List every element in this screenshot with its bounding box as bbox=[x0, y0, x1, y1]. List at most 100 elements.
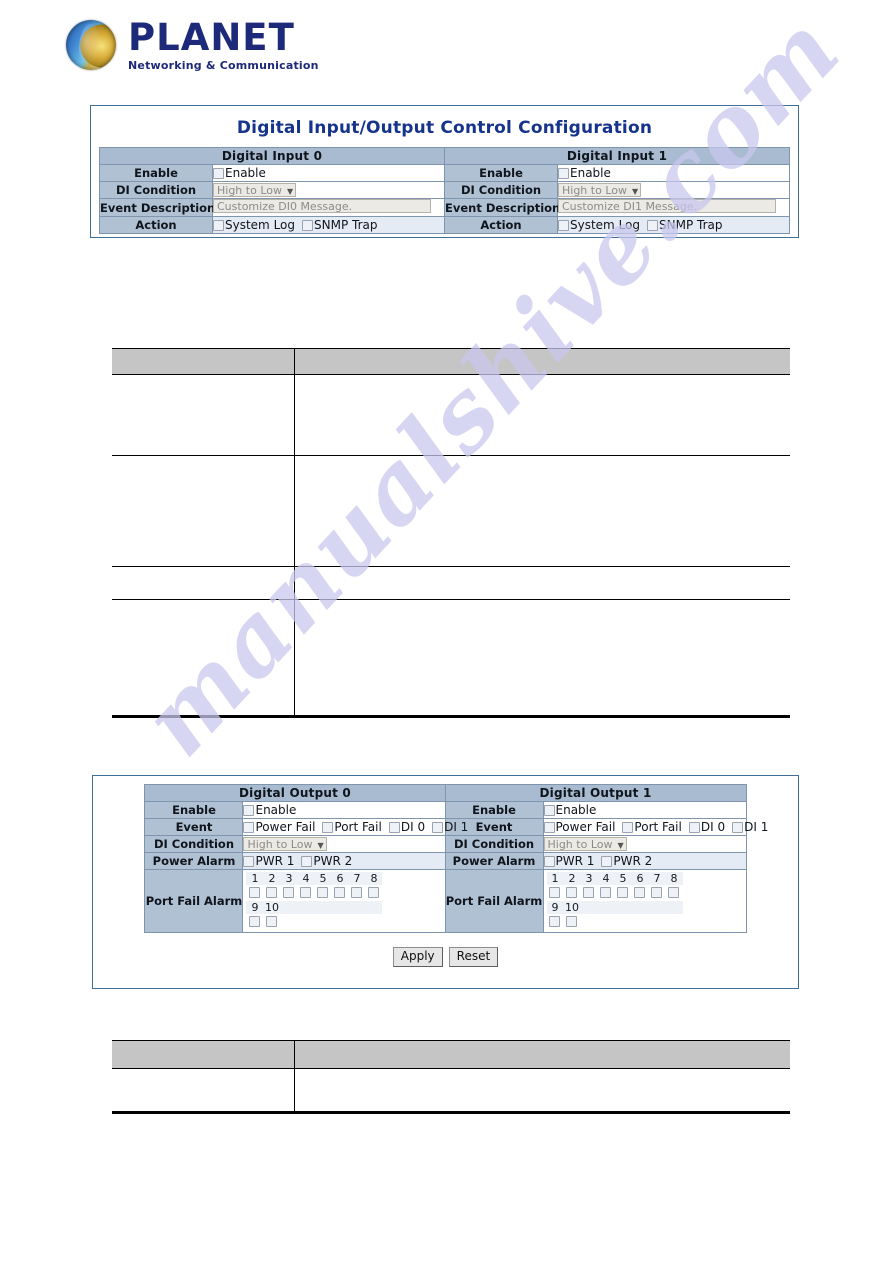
pwr1-checkbox-do1[interactable] bbox=[543, 856, 555, 867]
enable-checkbox-di0[interactable] bbox=[213, 168, 224, 179]
power-fail-label-do0: Power Fail bbox=[255, 820, 316, 834]
port-9-checkbox-do1[interactable] bbox=[549, 916, 560, 927]
port-checkbox-cell[interactable] bbox=[581, 886, 598, 900]
pwr2-checkbox-do0[interactable] bbox=[301, 856, 313, 867]
doc-cell-description bbox=[293, 1068, 790, 1113]
port-checkbox-cell[interactable] bbox=[632, 886, 649, 900]
port-4-checkbox-do0[interactable] bbox=[299, 887, 311, 898]
row-label-enable-do0: Enable bbox=[144, 801, 244, 819]
pwr2-checkbox-do1[interactable] bbox=[601, 856, 613, 867]
table-row: Event Description Customize DI0 Message.… bbox=[99, 198, 790, 217]
port-8-checkbox-do1[interactable] bbox=[668, 887, 679, 898]
port-checkbox-cell[interactable] bbox=[666, 886, 683, 900]
port-checkbox-cell[interactable] bbox=[263, 886, 280, 900]
port-10-checkbox-do0[interactable] bbox=[265, 916, 277, 927]
col-header-do1: Digital Output 1 bbox=[444, 784, 747, 802]
system-log-checkbox-di0[interactable] bbox=[213, 220, 224, 231]
port-number: 3 bbox=[580, 872, 598, 885]
port-6-checkbox-do1[interactable] bbox=[634, 887, 645, 898]
port-8-checkbox-do0[interactable] bbox=[367, 887, 379, 898]
col-header-do0: Digital Output 0 bbox=[144, 784, 446, 802]
port-2-checkbox-do0[interactable] bbox=[265, 887, 277, 898]
port-checkbox-cell[interactable] bbox=[263, 915, 280, 929]
port-2-checkbox-do1[interactable] bbox=[566, 887, 577, 898]
power-fail-checkbox-do0[interactable] bbox=[243, 822, 255, 833]
row-label-event-do0: Event bbox=[144, 818, 244, 836]
table-row: Digital Output 0 Digital Output 1 bbox=[144, 784, 747, 802]
port-checkbox-cell[interactable] bbox=[297, 886, 314, 900]
port-7-checkbox-do1[interactable] bbox=[651, 887, 662, 898]
di-condition-select-di0[interactable]: High to Low ▼ bbox=[213, 183, 297, 197]
table-row: Power Alarm PWR 1 PWR 2 Power Alarm PWR 1… bbox=[144, 852, 747, 870]
di1-checkbox-do1[interactable] bbox=[732, 822, 744, 833]
row-label-di-condition-do1: DI Condition bbox=[444, 835, 544, 853]
port-1-checkbox-do1[interactable] bbox=[549, 887, 560, 898]
row-label-power-alarm-do0: Power Alarm bbox=[144, 852, 244, 870]
port-checkbox-cell[interactable] bbox=[246, 886, 263, 900]
port-fail-checkbox-do0[interactable] bbox=[322, 822, 334, 833]
port-3-checkbox-do1[interactable] bbox=[583, 887, 594, 898]
row-label-action-di1: Action bbox=[444, 216, 558, 234]
snmp-trap-checkbox-di1[interactable] bbox=[647, 220, 658, 231]
port-fail-checkbox-do1[interactable] bbox=[622, 822, 634, 833]
table-row bbox=[112, 348, 790, 375]
doc-cell-object bbox=[112, 1069, 294, 1113]
port-number: 10 bbox=[263, 901, 281, 914]
di-condition-select-di1[interactable]: High to Low ▼ bbox=[558, 183, 642, 197]
action-cell-di0: System Log SNMP Trap bbox=[212, 216, 445, 234]
port-checkbox-cell[interactable] bbox=[280, 886, 297, 900]
enable-checkbox-do0[interactable] bbox=[243, 805, 255, 816]
port-checkbox-cell[interactable] bbox=[365, 886, 382, 900]
port-6-checkbox-do0[interactable] bbox=[333, 887, 345, 898]
digital-input-table: Digital Input 0 Digital Input 1 Enable E… bbox=[99, 147, 790, 234]
port-number-blank: . bbox=[614, 901, 632, 914]
port-number-blank: . bbox=[280, 901, 298, 914]
port-9-checkbox-do0[interactable] bbox=[248, 916, 260, 927]
port-checkbox-cell[interactable] bbox=[564, 915, 581, 929]
event-description-input-di0[interactable]: Customize DI0 Message. bbox=[213, 199, 431, 213]
apply-button[interactable]: Apply bbox=[392, 947, 443, 967]
snmp-trap-label-di0: SNMP Trap bbox=[314, 218, 378, 232]
di0-checkbox-do0[interactable] bbox=[388, 822, 400, 833]
di0-checkbox-do1[interactable] bbox=[688, 822, 700, 833]
di-condition-select-do0[interactable]: High to Low ▼ bbox=[243, 837, 327, 851]
port-number: 2 bbox=[563, 872, 581, 885]
port-checkbox-cell[interactable] bbox=[564, 886, 581, 900]
port-checkbox-cell[interactable] bbox=[547, 886, 564, 900]
action-cell-di1: System Log SNMP Trap bbox=[557, 216, 790, 234]
event-description-input-di1[interactable]: Customize DI1 Message. bbox=[558, 199, 776, 213]
port-3-checkbox-do0[interactable] bbox=[282, 887, 294, 898]
port-checkbox-cell[interactable] bbox=[331, 886, 348, 900]
port-checkbox-cell[interactable] bbox=[547, 915, 564, 929]
port-checkbox-cell[interactable] bbox=[348, 886, 365, 900]
port-4-checkbox-do1[interactable] bbox=[600, 887, 611, 898]
port-7-checkbox-do0[interactable] bbox=[350, 887, 362, 898]
di-condition-select-do1[interactable]: High to Low ▼ bbox=[543, 837, 627, 851]
snmp-trap-checkbox-di0[interactable] bbox=[302, 220, 313, 231]
enable-cell-di1: Enable bbox=[557, 164, 790, 182]
port-checkbox-cell[interactable] bbox=[246, 915, 263, 929]
pwr1-checkbox-do0[interactable] bbox=[243, 856, 255, 867]
port-1-checkbox-do0[interactable] bbox=[248, 887, 260, 898]
port-checkbox-cell[interactable] bbox=[615, 886, 632, 900]
enable-cell-do0: Enable bbox=[242, 801, 446, 819]
port-checkbox-cell[interactable] bbox=[314, 886, 331, 900]
port-5-checkbox-do1[interactable] bbox=[617, 887, 628, 898]
brand-name: PLANET bbox=[128, 16, 295, 59]
reset-button[interactable]: Reset bbox=[448, 947, 499, 967]
row-label-power-alarm-do1: Power Alarm bbox=[444, 852, 544, 870]
port-number: 2 bbox=[263, 872, 281, 885]
port-checkbox-cell[interactable] bbox=[598, 886, 615, 900]
port-fail-label-do0: Port Fail bbox=[334, 820, 382, 834]
enable-checkbox-di1[interactable] bbox=[558, 168, 569, 179]
di1-checkbox-do0[interactable] bbox=[432, 822, 444, 833]
enable-checkbox-label-do1: Enable bbox=[555, 803, 597, 817]
port-5-checkbox-do0[interactable] bbox=[316, 887, 328, 898]
port-10-checkbox-do1[interactable] bbox=[566, 916, 577, 927]
port-checkbox-cell[interactable] bbox=[649, 886, 666, 900]
port-number-blank: . bbox=[297, 901, 315, 914]
power-alarm-cell-do0: PWR 1 PWR 2 bbox=[242, 852, 446, 870]
power-fail-checkbox-do1[interactable] bbox=[543, 822, 555, 833]
enable-checkbox-do1[interactable] bbox=[543, 805, 555, 816]
system-log-checkbox-di1[interactable] bbox=[558, 220, 569, 231]
